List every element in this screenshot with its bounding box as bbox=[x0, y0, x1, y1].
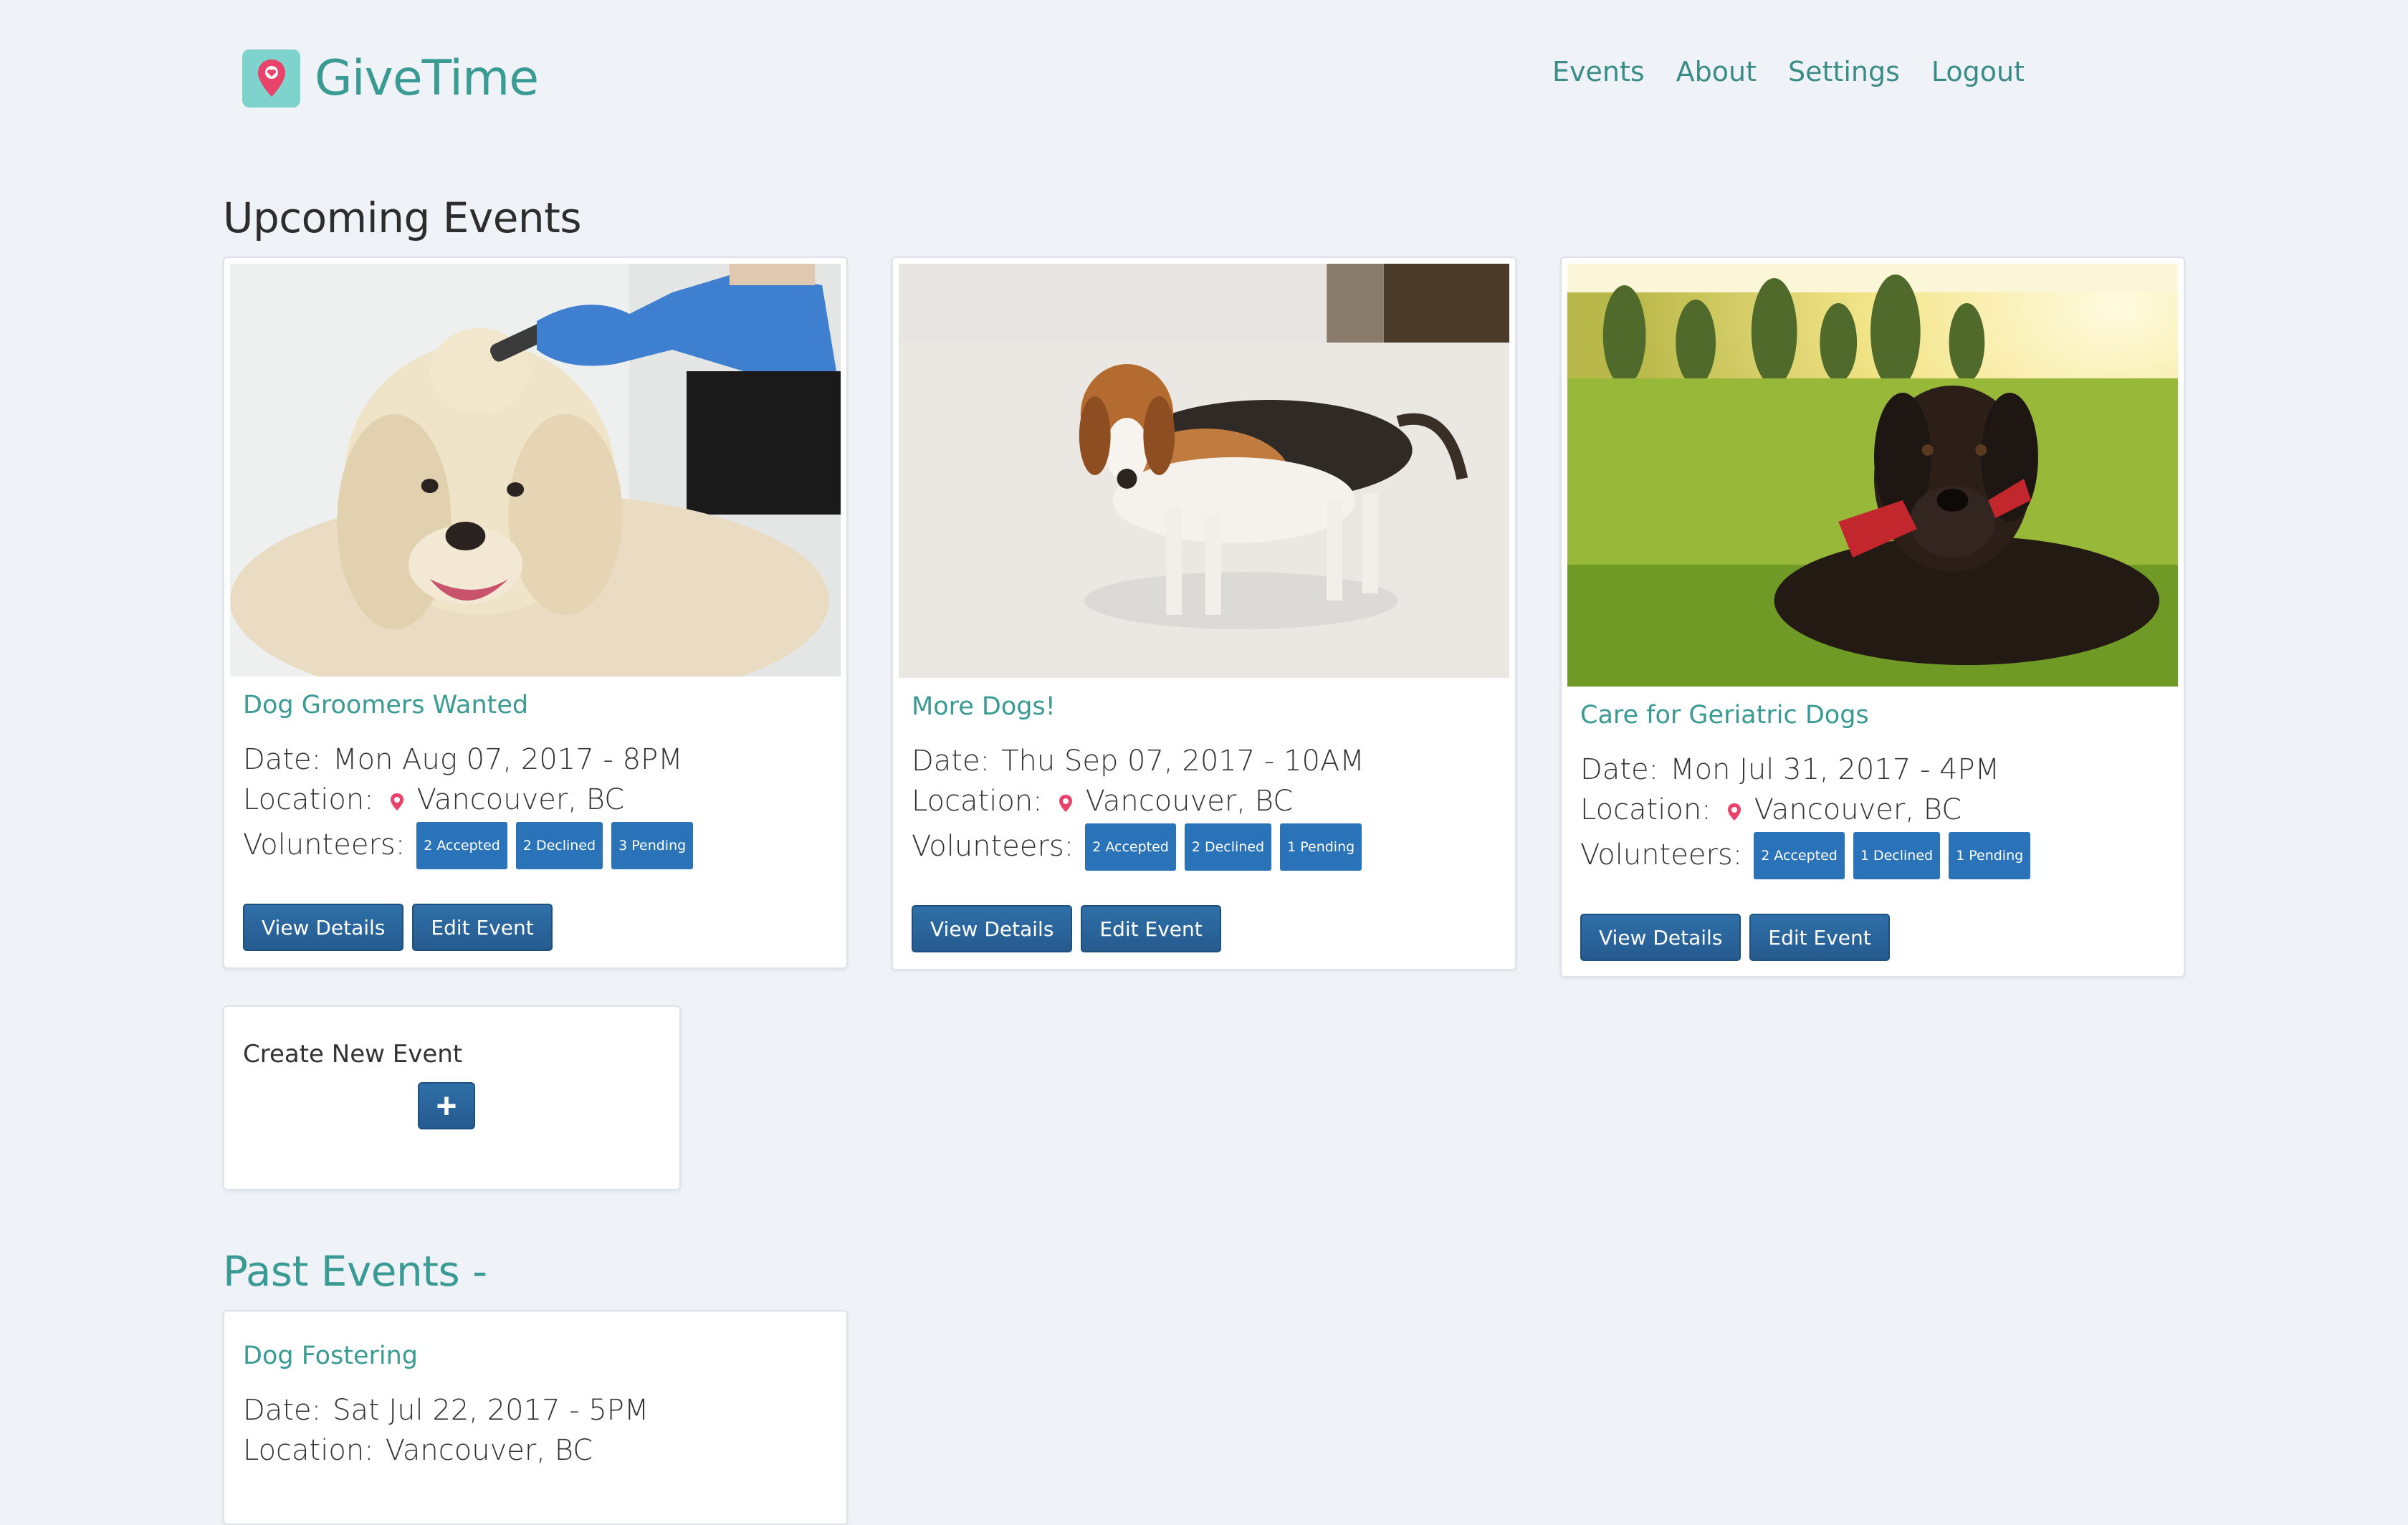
map-pin-icon bbox=[242, 49, 300, 107]
event-title-link[interactable]: More Dogs! bbox=[912, 692, 1496, 721]
create-event-label: Create New Event bbox=[243, 1040, 463, 1069]
event-location: Location: Vancouver, BC bbox=[243, 1430, 828, 1471]
event-body: Dog Fostering Date: Sat Jul 22, 2017 - 5P… bbox=[243, 1342, 828, 1471]
upcoming-events-heading: Upcoming Events bbox=[223, 193, 582, 242]
edit-event-button[interactable]: Edit Event bbox=[412, 904, 553, 951]
edit-event-button[interactable]: Edit Event bbox=[1081, 905, 1221, 952]
volunteers-label: Volunteers: bbox=[243, 828, 406, 861]
volunteers-label: Volunteers: bbox=[1580, 838, 1743, 871]
date-label: Date: bbox=[243, 743, 322, 776]
date-label: Date: bbox=[1580, 753, 1659, 786]
declined-badge: 2 Declined bbox=[515, 822, 603, 869]
event-volunteers: Volunteers: 2 Accepted 2 Declined 3 Pending bbox=[243, 822, 828, 869]
location-value: Vancouver, BC bbox=[1085, 785, 1294, 818]
nav-settings[interactable]: Settings bbox=[1788, 56, 1900, 87]
location-pin-icon bbox=[1727, 792, 1742, 832]
brand-name: GiveTime bbox=[315, 49, 539, 107]
location-pin-icon bbox=[390, 782, 404, 822]
event-body: More Dogs! Date: Thu Sep 07, 2017 - 10AM … bbox=[912, 692, 1496, 952]
event-card: More Dogs! Date: Thu Sep 07, 2017 - 10AM … bbox=[892, 257, 1516, 970]
event-location: Location: Vancouver, BC bbox=[243, 780, 828, 822]
declined-badge: 1 Declined bbox=[1853, 832, 1941, 879]
pending-badge: 1 Pending bbox=[1280, 823, 1362, 871]
accepted-badge: 2 Accepted bbox=[1085, 823, 1176, 871]
nav-about[interactable]: About bbox=[1676, 56, 1757, 87]
event-location: Location: Vancouver, BC bbox=[912, 781, 1496, 823]
event-card: Dog Groomers Wanted Date: Mon Aug 07, 201… bbox=[223, 257, 848, 969]
past-event-card: Dog Fostering Date: Sat Jul 22, 2017 - 5P… bbox=[223, 1310, 848, 1525]
nav-events[interactable]: Events bbox=[1552, 56, 1645, 87]
event-title-link[interactable]: Dog Groomers Wanted bbox=[243, 691, 828, 720]
accepted-badge: 2 Accepted bbox=[1754, 832, 1845, 879]
event-actions: View Details Edit Event bbox=[912, 905, 1496, 952]
declined-badge: 2 Declined bbox=[1184, 823, 1272, 871]
location-pin-icon bbox=[1059, 783, 1073, 823]
event-card: Care for Geriatric Dogs Date: Mon Jul 31,… bbox=[1560, 257, 2185, 977]
date-value: Thu Sep 07, 2017 - 10AM bbox=[1001, 745, 1365, 778]
top-nav: Events About Settings Logout bbox=[1552, 56, 2056, 87]
location-value: Vancouver, BC bbox=[416, 783, 625, 816]
location-label: Location: bbox=[912, 785, 1043, 818]
pending-badge: 3 Pending bbox=[611, 822, 694, 869]
event-image-black-labrador bbox=[1567, 264, 2178, 687]
event-actions: View Details Edit Event bbox=[243, 904, 828, 951]
event-location: Location: Vancouver, BC bbox=[1580, 790, 2165, 832]
event-volunteers: Volunteers: 2 Accepted 1 Declined 1 Pending bbox=[1580, 832, 2165, 879]
date-value: Sat Jul 22, 2017 - 5PM bbox=[333, 1394, 649, 1427]
event-date: Date: Sat Jul 22, 2017 - 5PM bbox=[243, 1390, 828, 1430]
view-details-button[interactable]: View Details bbox=[1580, 914, 1742, 961]
date-value: Mon Aug 07, 2017 - 8PM bbox=[333, 743, 683, 776]
event-title-link[interactable]: Dog Fostering bbox=[243, 1342, 828, 1370]
view-details-button[interactable]: View Details bbox=[243, 904, 404, 951]
event-actions: View Details Edit Event bbox=[1580, 914, 2165, 961]
brand[interactable]: GiveTime bbox=[242, 46, 539, 110]
edit-event-button[interactable]: Edit Event bbox=[1749, 914, 1890, 961]
event-volunteers: Volunteers: 2 Accepted 2 Declined 1 Pending bbox=[912, 823, 1496, 871]
add-event-button[interactable]: + bbox=[418, 1082, 475, 1129]
event-title-link[interactable]: Care for Geriatric Dogs bbox=[1580, 701, 2165, 730]
location-label: Location: bbox=[243, 783, 374, 816]
volunteers-label: Volunteers: bbox=[912, 830, 1074, 863]
event-date: Date: Mon Jul 31, 2017 - 4PM bbox=[1580, 750, 2165, 790]
event-body: Care for Geriatric Dogs Date: Mon Jul 31,… bbox=[1580, 701, 2165, 961]
event-date: Date: Mon Aug 07, 2017 - 8PM bbox=[243, 740, 828, 780]
location-label: Location: bbox=[243, 1434, 374, 1467]
past-events-heading[interactable]: Past Events - bbox=[223, 1247, 487, 1296]
location-label: Location: bbox=[1580, 793, 1711, 826]
accepted-badge: 2 Accepted bbox=[416, 822, 507, 869]
location-value: Vancouver, BC bbox=[385, 1434, 593, 1467]
event-image-golden-retriever bbox=[230, 264, 841, 677]
create-event-card: Create New Event + bbox=[223, 1005, 681, 1190]
pending-badge: 1 Pending bbox=[1949, 832, 2031, 879]
date-label: Date: bbox=[243, 1394, 322, 1427]
nav-logout[interactable]: Logout bbox=[1931, 56, 2025, 87]
event-body: Dog Groomers Wanted Date: Mon Aug 07, 201… bbox=[243, 691, 828, 951]
event-image-beagle bbox=[899, 264, 1509, 678]
date-label: Date: bbox=[912, 745, 990, 778]
location-value: Vancouver, BC bbox=[1754, 793, 1962, 826]
view-details-button[interactable]: View Details bbox=[912, 905, 1073, 952]
event-date: Date: Thu Sep 07, 2017 - 10AM bbox=[912, 741, 1496, 781]
date-value: Mon Jul 31, 2017 - 4PM bbox=[1670, 753, 2000, 786]
